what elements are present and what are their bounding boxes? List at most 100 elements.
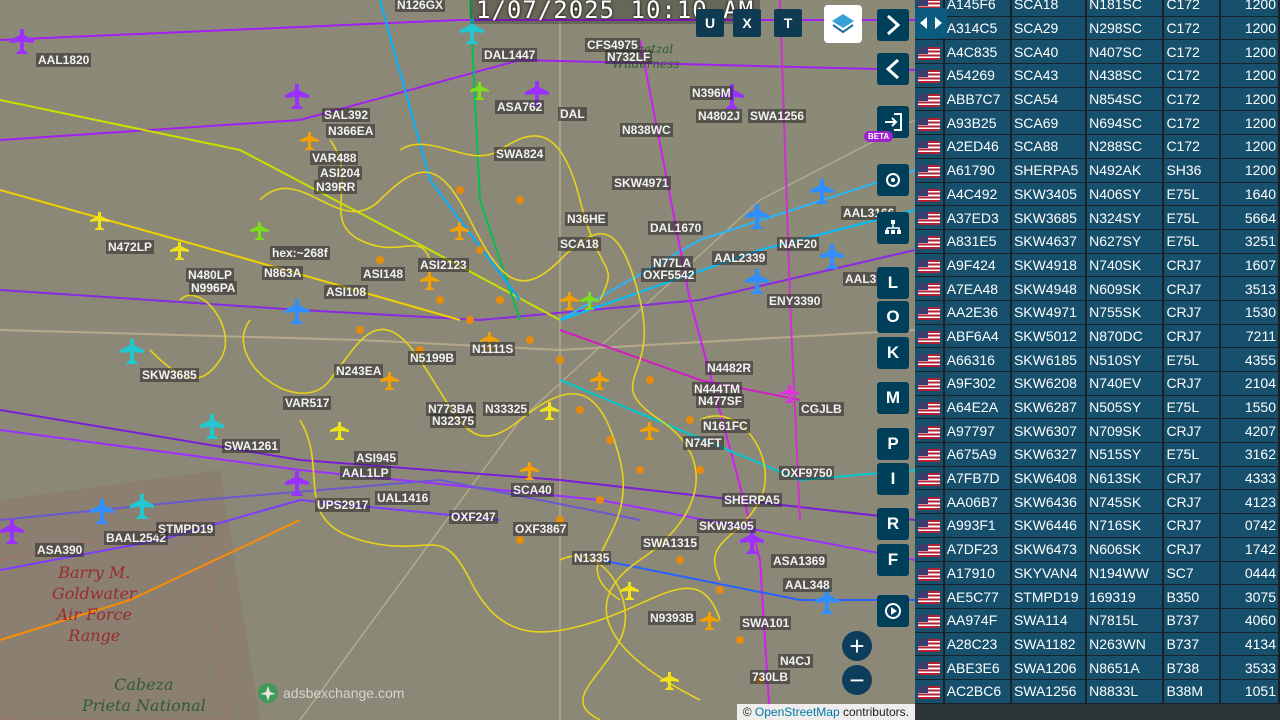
replay-button[interactable] [877,595,909,627]
table-row[interactable]: A9F302 SKW6208 N740EV CRJ7 2104 [915,372,1280,396]
layer-toggle-l[interactable]: L [877,267,909,299]
aircraft-label[interactable]: N36HE [565,212,608,226]
aircraft-label[interactable]: N4482R [705,361,754,375]
table-row[interactable]: A97797 SKW6307 N709SK CRJ7 4207 [915,419,1280,444]
table-row[interactable]: A4C835 SCA40 N407SC C172 1200 [915,40,1280,65]
table-row[interactable]: ABB7C7 SCA54 N854SC C172 1200 [915,87,1280,112]
aircraft-label[interactable]: N366EA [326,124,376,138]
layer-toggle-o[interactable]: O [877,301,909,333]
aircraft-label[interactable]: ASI108 [324,285,369,299]
table-row[interactable]: A17910 SKYVAN4 N194WW SC7 0444 [915,561,1280,586]
openstreetmap-link[interactable]: OpenStreetMap [755,705,840,719]
table-row[interactable]: A37ED3 SKW3685 N324SY E75L 5664 [915,206,1280,230]
aircraft-label[interactable]: SCA18 [558,237,601,251]
aircraft-label[interactable]: VAR517 [283,396,332,410]
collapse-panel-button[interactable] [877,53,909,85]
aircraft-label[interactable]: N33325 [483,402,530,416]
aircraft-label[interactable]: hex:~268f [270,246,330,260]
aircraft-label[interactable]: SKW3685 [140,368,199,382]
aircraft-label[interactable]: ASI204 [318,166,363,180]
aircraft-label[interactable]: SWA824 [494,147,546,161]
aircraft-label[interactable]: DAL1447 [482,48,538,62]
expand-panel-button[interactable] [877,9,909,41]
aircraft-label[interactable]: AAL2339 [712,251,768,265]
aircraft-label[interactable]: NAF20 [777,237,820,251]
aircraft-label[interactable]: SWA1315 [641,536,700,550]
aircraft-label[interactable]: OXF3867 [513,522,569,536]
aircraft-label[interactable]: DAL1670 [648,221,704,235]
table-row[interactable]: AC2BC6 SWA1256 N8833L B38M 1051 [915,679,1280,704]
aircraft-label[interactable]: N5199B [408,351,457,365]
aircraft-label[interactable]: UPS2917 [315,498,371,512]
aircraft-label[interactable]: STMPD19 [156,522,216,536]
layers-button[interactable] [824,5,862,43]
aircraft-label[interactable]: N4802J [696,109,743,123]
layer-toggle-p[interactable]: P [877,428,909,460]
aircraft-label[interactable]: N996PA [189,281,238,295]
layer-toggle-f[interactable]: F [877,544,909,576]
zoom-out-button[interactable]: − [842,665,872,695]
aircraft-label[interactable]: N480LP [186,268,235,282]
aircraft-label[interactable]: DAL [558,107,587,121]
aircraft-label[interactable]: SWA1261 [222,439,281,453]
table-row[interactable]: A314C5 SCA29 N298SC C172 1200 [915,16,1280,41]
settings-button[interactable] [877,164,909,196]
aircraft-label[interactable]: N4CJ [778,654,813,668]
aircraft-label[interactable]: N39RR [314,180,358,194]
aircraft-label[interactable]: ASA1369 [771,554,828,568]
table-row[interactable]: A7DF23 SKW6473 N606SK CRJ7 1742 [915,537,1280,562]
aircraft-label[interactable]: SKW4971 [612,176,671,190]
aircraft-label[interactable]: AAL1820 [36,53,92,67]
aircraft-label[interactable]: OXF9750 [779,466,835,480]
aircraft-label[interactable]: OXF247 [449,510,498,524]
zoom-in-button[interactable]: + [842,631,872,661]
aircraft-label[interactable]: N126GX [395,0,446,12]
aircraft-label[interactable]: ASA762 [495,100,545,114]
table-row[interactable]: A145F6 SCA18 N181SC C172 1200 [915,0,1280,17]
aircraft-list-panel[interactable]: A145F6 SCA18 N181SC C172 1200 A314C5 SCA29 N298… [915,0,1280,720]
table-row[interactable]: AA06B7 SKW6436 N745SK CRJ7 4123 [915,490,1280,515]
table-row[interactable]: A4C492 SKW3405 N406SY E75L 1640 [915,182,1280,207]
table-row[interactable]: A7FB7D SKW6408 N613SK CRJ7 4333 [915,466,1280,491]
aircraft-label[interactable]: SCA40 [511,483,554,497]
toggle-button-t[interactable]: T [774,9,802,37]
aircraft-label[interactable]: N863A [262,266,304,280]
table-row[interactable]: A54269 SCA43 N438SC C172 1200 [915,64,1280,88]
table-row[interactable]: A9F424 SKW4918 N740SK CRJ7 1607 [915,253,1280,278]
toggle-button-x[interactable]: X [733,9,761,37]
filter-button[interactable] [877,212,909,244]
toggle-button-u[interactable]: U [696,9,724,37]
aircraft-label[interactable]: N732LF [605,50,653,64]
table-row[interactable]: A7EA48 SKW4948 N609SK CRJ7 3513 [915,277,1280,301]
table-row[interactable]: A66316 SKW6185 N510SY E75L 4355 [915,348,1280,372]
aircraft-label[interactable]: SAL392 [322,108,371,122]
aircraft-label[interactable]: N1111S [470,342,516,356]
table-row[interactable]: A64E2A SKW6287 N505SY E75L 1550 [915,395,1280,420]
aircraft-label[interactable]: AAL348 [783,578,832,592]
layer-toggle-k[interactable]: K [877,337,909,369]
aircraft-label[interactable]: ASI148 [361,267,406,281]
layer-toggle-r[interactable]: R [877,508,909,540]
layer-toggle-i[interactable]: I [877,463,909,495]
layer-toggle-m[interactable]: M [877,382,909,414]
aircraft-label[interactable]: N74FT [683,436,724,450]
table-row[interactable]: AE5C77 STMPD19 169319 B350 3075 [915,585,1280,609]
aircraft-label[interactable]: AAL1LP [340,466,391,480]
aircraft-label[interactable]: N472LP [106,240,155,254]
table-row[interactable]: A675A9 SKW6327 N515SY E75L 3162 [915,443,1280,467]
aircraft-label[interactable]: N838WC [620,123,673,137]
aircraft-label[interactable]: ASI945 [354,451,399,465]
aircraft-label[interactable]: N243EA [334,364,384,378]
table-row[interactable]: ABF6A4 SKW5012 N870DC CRJ7 7211 [915,324,1280,349]
aircraft-label[interactable]: 730LB [750,670,791,684]
aircraft-label[interactable]: N477SF [696,394,745,408]
aircraft-label[interactable]: ENY3390 [767,294,823,308]
aircraft-label[interactable]: AAL3 [843,272,879,286]
aircraft-label[interactable]: SHERPA5 [722,493,782,507]
table-row[interactable]: AA974F SWA114 N7815L B737 4060 [915,608,1280,633]
table-row[interactable]: ABE3E6 SWA1206 N8651A B738 3533 [915,656,1280,680]
aircraft-label[interactable]: ASI2123 [418,258,469,272]
panel-resize-button[interactable] [915,8,947,38]
aircraft-label[interactable]: ASA390 [35,543,85,557]
aircraft-label[interactable]: SWA1256 [748,109,807,123]
